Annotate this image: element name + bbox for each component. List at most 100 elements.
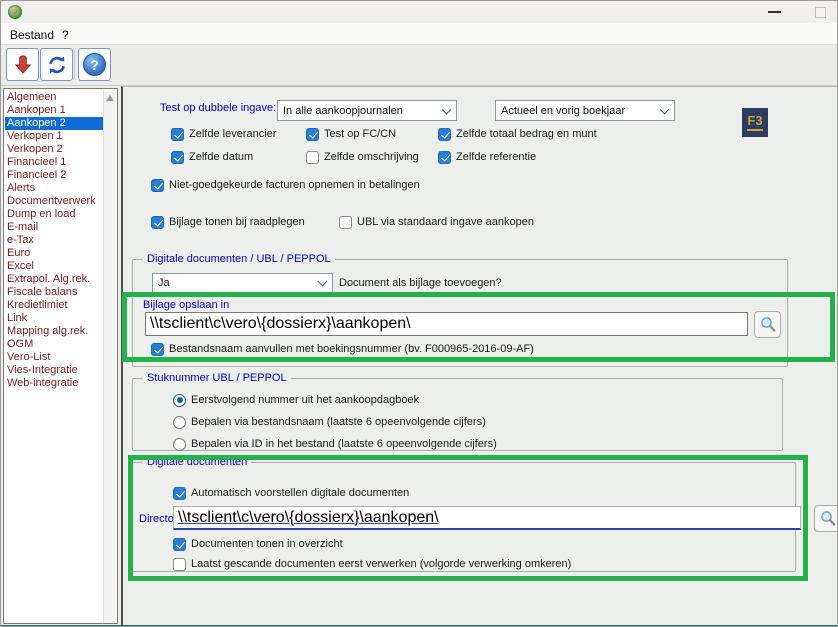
browse-save-path-button[interactable] <box>754 311 781 338</box>
checkbox-label: Test op FC/CN <box>324 128 396 140</box>
checkbox-label: Zelfde datum <box>189 151 253 163</box>
zelfde-totaal-checkbox[interactable] <box>438 128 451 141</box>
checkbox-label: Automatisch voorstellen digitale documen… <box>191 487 409 499</box>
sidebar-item-verkopen-2[interactable]: Verkopen 2 <box>5 143 104 156</box>
title-bar <box>1 1 837 23</box>
sidebar-item-documentverwerk[interactable]: Documentverwerk <box>5 195 104 208</box>
sidebar-item-aankopen-2[interactable]: Aankopen 2 <box>5 117 104 130</box>
bookyear-select-value: Actueel en vorig boekjaar <box>501 105 625 117</box>
menu-item-help[interactable]: ? <box>57 26 74 43</box>
laatst-gescande-checkbox[interactable] <box>173 558 186 571</box>
directory-input[interactable] <box>173 506 801 530</box>
sidebar-item-excel[interactable]: Excel <box>5 260 104 273</box>
save-path-input[interactable] <box>145 312 748 336</box>
checkbox-row: Zelfde omschrijving <box>306 150 419 164</box>
exit-button[interactable] <box>6 48 39 81</box>
scroll-up-icon <box>106 95 114 101</box>
niet-goedgekeurde-checkbox[interactable] <box>151 179 164 192</box>
bestandsnaam-checkbox[interactable] <box>151 343 164 356</box>
sidebar-item-algemeen[interactable]: Algemeen <box>5 91 104 104</box>
app-icon <box>8 5 22 19</box>
magnifier-icon <box>818 509 838 529</box>
radio-label: Bepalen via bestandsnaam (laatste 6 opee… <box>191 416 486 428</box>
zelfde-datum-checkbox[interactable] <box>171 151 184 164</box>
menu-item-bestand[interactable]: Bestand <box>5 26 59 43</box>
radio-row: Bepalen via ID in het bestand (laatste 6… <box>173 437 497 451</box>
sidebar-item-dump-en-load[interactable]: Dump en load <box>5 208 104 221</box>
sidebar-item-financieel-1[interactable]: Financieel 1 <box>5 156 104 169</box>
refresh-button[interactable] <box>40 48 73 81</box>
sidebar-item-web-integratie[interactable]: Web-integratie <box>5 377 104 390</box>
checkbox-label: Laatst gescande documenten eerst verwerk… <box>191 558 571 570</box>
sidebar-item-kredietlimiet[interactable]: Kredietlimiet <box>5 299 104 312</box>
help-button[interactable]: ? <box>78 48 111 81</box>
sidebar-list: AlgemeenAankopen 1Aankopen 2Verkopen 1Ve… <box>5 91 104 390</box>
checkbox-label: Zelfde leverancier <box>189 128 276 140</box>
zelfde-leverancier-checkbox[interactable] <box>171 128 184 141</box>
checkbox-row: Test op FC/CN <box>306 127 396 141</box>
sidebar-item-link[interactable]: Link <box>5 312 104 325</box>
sidebar-item-fiscale-balans[interactable]: Fiscale balans <box>5 286 104 299</box>
checkbox-row: Zelfde referentie <box>438 150 536 164</box>
maximize-icon <box>815 7 826 18</box>
checkbox-label: Zelfde referentie <box>456 151 536 163</box>
browse-directory-button[interactable] <box>814 505 838 532</box>
sidebar-item-vero-list[interactable]: Vero-List <box>5 351 104 364</box>
sidebar-item-aankopen-1[interactable]: Aankopen 1 <box>5 104 104 117</box>
checkbox-label: Zelfde omschrijving <box>324 151 419 163</box>
f3-function-key-badge: F3 <box>742 108 768 137</box>
sidebar-item-ogm[interactable]: OGM <box>5 338 104 351</box>
attach-question-label: Document als bijlage toevoegen? <box>339 277 502 289</box>
bepalen-id-radio[interactable] <box>173 438 186 451</box>
group-title: Digitale documenten / UBL / PEPPOL <box>143 253 335 265</box>
sidebar-item-vies-integratie[interactable]: Vies-Integratie <box>5 364 104 377</box>
documenten-tonen-checkbox[interactable] <box>173 538 186 551</box>
sidebar-item-financieel-2[interactable]: Financieel 2 <box>5 169 104 182</box>
checkbox-label: Zelfde totaal bedrag en munt <box>456 128 597 140</box>
eerstvolgend-nummer-radio[interactable] <box>173 394 186 407</box>
toolbar-separator <box>74 50 75 79</box>
toolbar: ? <box>1 45 837 86</box>
sidebar-item-mapping-alg-rek-[interactable]: Mapping alg.rek. <box>5 325 104 338</box>
zelfde-omschrijving-checkbox[interactable] <box>306 151 319 164</box>
magnifier-icon <box>758 315 778 335</box>
question-mark-icon: ? <box>83 53 106 76</box>
sidebar-item-extrapol-alg-rek-[interactable]: Extrapol. Alg.rek. <box>5 273 104 286</box>
checkbox-row: Zelfde totaal bedrag en munt <box>438 127 597 141</box>
zelfde-referentie-checkbox[interactable] <box>438 151 451 164</box>
bepalen-bestandsnaam-radio[interactable] <box>173 416 186 429</box>
minimize-icon <box>768 11 781 13</box>
radio-label: Bepalen via ID in het bestand (laatste 6… <box>191 438 497 450</box>
maximize-button[interactable] <box>805 1 835 23</box>
group-title: Stuknummer UBL / PEPPOL <box>143 372 291 384</box>
automatisch-voorstellen-checkbox[interactable] <box>173 487 186 500</box>
sidebar-item-verkopen-1[interactable]: Verkopen 1 <box>5 130 104 143</box>
f3-label: F3 <box>747 114 762 127</box>
attach-select-value: Ja <box>158 277 170 289</box>
checkbox-row: Niet-goedgekeurde facturen opnemen in be… <box>151 178 420 192</box>
checkbox-label: Bestandsnaam aanvullen met boekingsnumme… <box>169 343 534 355</box>
chevron-down-icon <box>660 104 670 114</box>
attach-document-select[interactable]: Ja <box>152 273 333 293</box>
minimize-button[interactable] <box>759 1 789 23</box>
radio-label: Eerstvolgend nummer uit het aankoopdagbo… <box>191 394 419 406</box>
sidebar-item-alerts[interactable]: Alerts <box>5 182 104 195</box>
chevron-down-icon <box>442 104 452 114</box>
checkbox-label: Bijlage tonen bij raadplegen <box>169 216 305 228</box>
sidebar-item-e-tax[interactable]: e-Tax <box>5 234 104 247</box>
ubl-standaard-checkbox[interactable] <box>339 216 352 229</box>
test-op-fc-cn-checkbox[interactable] <box>306 128 319 141</box>
group-title: Digitale documenten <box>143 456 251 468</box>
checkbox-row: Documenten tonen in overzicht <box>173 537 343 551</box>
sidebar-item-euro[interactable]: Euro <box>5 247 104 260</box>
sidebar-scrollbar[interactable] <box>103 90 116 623</box>
checkbox-label: Niet-goedgekeurde facturen opnemen in be… <box>169 179 420 191</box>
sidebar-item-e-mail[interactable]: E-mail <box>5 221 104 234</box>
refresh-icon <box>46 54 68 76</box>
dup-check-label: Test op dubbele ingave: <box>160 102 276 114</box>
radio-row: Bepalen via bestandsnaam (laatste 6 opee… <box>173 415 486 429</box>
bookyear-select[interactable]: Actueel en vorig boekjaar <box>495 100 675 121</box>
journal-select-value: In alle aankoopjournalen <box>283 105 403 117</box>
journal-select[interactable]: In alle aankoopjournalen <box>277 100 457 121</box>
bijlage-tonen-checkbox[interactable] <box>151 216 164 229</box>
